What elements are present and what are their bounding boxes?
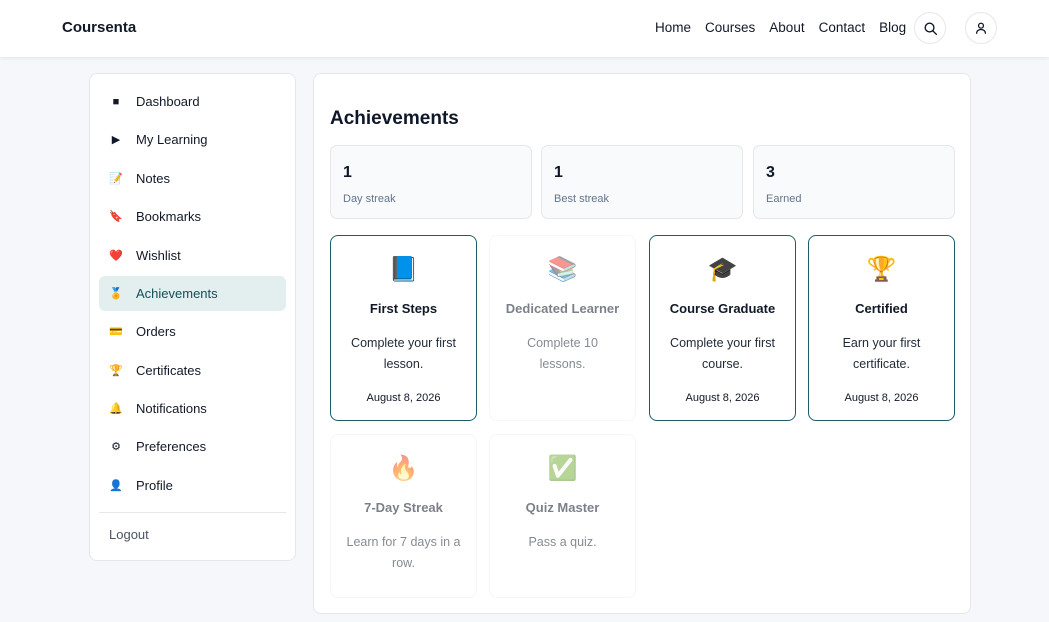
stat-card-best-streak: 1 Best streak <box>541 145 743 219</box>
sidebar-item-certificates[interactable]: 🏆 Certificates <box>99 353 286 388</box>
sidebar-item-dashboard[interactable]: ■ Dashboard <box>99 84 286 119</box>
sidebar-item-label: Certificates <box>136 363 202 378</box>
brand-logo[interactable]: Coursenta <box>62 19 136 36</box>
badge-title: Quiz Master <box>525 500 600 515</box>
badge-description: Complete your first lesson. <box>351 336 456 371</box>
badge-card-first-steps[interactable]: 📘 First Steps Complete your first lesson… <box>330 235 477 421</box>
fire-icon: 🔥 <box>388 455 419 482</box>
badge-description: Learn for 7 days in a row. <box>346 535 461 570</box>
books-icon: 📚 <box>547 256 578 283</box>
badge-date: August 8, 2026 <box>685 392 760 404</box>
badge-card-dedicated-learner[interactable]: 📚 Dedicated Learner Complete 10 lessons. <box>489 235 636 421</box>
stat-label: Day streak <box>343 193 396 205</box>
sidebar-item-label: Achievements <box>136 286 218 301</box>
stat-value: 3 <box>766 164 775 181</box>
nav-contact[interactable]: Contact <box>819 20 866 35</box>
heart-icon: ❤️ <box>109 250 123 262</box>
play-icon: ▶ <box>111 134 121 146</box>
credit-card-icon: 💳 <box>109 326 123 338</box>
badge-card-certified[interactable]: 🏆 Certified Earn your first certificate.… <box>808 235 955 421</box>
person-icon: 👤 <box>109 480 123 492</box>
sidebar-item-achievements[interactable]: 🏅 Achievements <box>99 276 286 311</box>
blue-book-icon: 📘 <box>388 256 419 283</box>
badge-card-course-graduate[interactable]: 🎓 Course Graduate Complete your first co… <box>649 235 796 421</box>
stat-value: 1 <box>554 164 563 181</box>
bell-icon: 🔔 <box>109 403 123 415</box>
badge-title: 7-Day Streak <box>364 500 443 515</box>
graduation-cap-icon: 🎓 <box>707 256 738 283</box>
sidebar-item-label: Notifications <box>136 401 207 416</box>
sidebar-item-my-learning[interactable]: ▶ My Learning <box>99 122 286 157</box>
top-navbar: Coursenta Home Courses About Contact Blo… <box>0 0 1049 57</box>
bookmark-icon: 🔖 <box>109 211 123 223</box>
check-mark-icon: ✅ <box>547 455 578 482</box>
sidebar-item-label: Profile <box>136 478 173 493</box>
sidebar-item-orders[interactable]: 💳 Orders <box>99 314 286 349</box>
badge-title: Certified <box>855 301 908 316</box>
stat-label: Best streak <box>554 193 610 205</box>
sidebar-item-profile[interactable]: 👤 Profile <box>99 468 286 503</box>
sidebar-item-label: Wishlist <box>136 248 181 263</box>
nav-blog[interactable]: Blog <box>879 20 906 35</box>
stat-label: Earned <box>766 193 802 205</box>
search-icon <box>924 22 937 35</box>
sidebar-item-label: Bookmarks <box>136 209 202 224</box>
sidebar-item-preferences[interactable]: ⚙ Preferences <box>99 429 286 464</box>
achievements-panel: Achievements 1 Day streak 1 Best streak … <box>313 73 971 614</box>
account-sidebar: ■ Dashboard ▶ My Learning 📝 Notes 🔖 Book… <box>89 73 296 561</box>
stat-card-day-streak: 1 Day streak <box>330 145 532 219</box>
logout-link[interactable]: Logout <box>109 527 149 542</box>
badge-title: Course Graduate <box>669 301 776 316</box>
badge-description: Earn your first certificate. <box>842 336 921 371</box>
sidebar-divider <box>99 512 286 513</box>
sidebar-item-label: Preferences <box>136 439 207 454</box>
page-title: Achievements <box>330 108 459 129</box>
badge-card-7-day-streak[interactable]: 🔥 7-Day Streak Learn for 7 days in a row… <box>330 434 477 598</box>
badge-description: Complete your first course. <box>670 336 775 371</box>
user-icon <box>975 22 987 34</box>
sidebar-item-notifications[interactable]: 🔔 Notifications <box>99 391 286 426</box>
main-nav: Home Courses About Contact Blog <box>655 20 906 35</box>
nav-about[interactable]: About <box>769 20 804 35</box>
memo-icon: 📝 <box>109 173 123 185</box>
square-icon: ■ <box>112 95 120 108</box>
sidebar-item-label: Dashboard <box>136 94 200 109</box>
sidebar-item-bookmarks[interactable]: 🔖 Bookmarks <box>99 199 286 234</box>
badge-title: Dedicated Learner <box>505 301 620 316</box>
badge-title: First Steps <box>369 301 438 316</box>
trophy-icon: 🏆 <box>109 365 123 377</box>
nav-home[interactable]: Home <box>655 20 691 35</box>
trophy-icon: 🏆 <box>866 256 897 283</box>
stat-card-earned: 3 Earned <box>753 145 955 219</box>
gear-icon: ⚙ <box>111 441 121 453</box>
sidebar-item-notes[interactable]: 📝 Notes <box>99 161 286 196</box>
sidebar-item-label: Notes <box>136 171 170 186</box>
account-button[interactable] <box>965 12 997 44</box>
sidebar-item-label: My Learning <box>136 132 208 147</box>
medal-icon: 🏅 <box>109 288 123 300</box>
badge-description: Pass a quiz. <box>528 535 597 549</box>
nav-courses[interactable]: Courses <box>705 20 755 35</box>
sidebar-item-label: Orders <box>136 324 176 339</box>
badge-date: August 8, 2026 <box>844 392 919 404</box>
badge-description: Complete 10 lessons. <box>527 336 598 371</box>
sidebar-item-wishlist[interactable]: ❤️ Wishlist <box>99 238 286 273</box>
badge-date: August 8, 2026 <box>366 392 441 404</box>
stat-value: 1 <box>343 164 352 181</box>
badge-card-quiz-master[interactable]: ✅ Quiz Master Pass a quiz. <box>489 434 636 598</box>
search-button[interactable] <box>914 12 946 44</box>
